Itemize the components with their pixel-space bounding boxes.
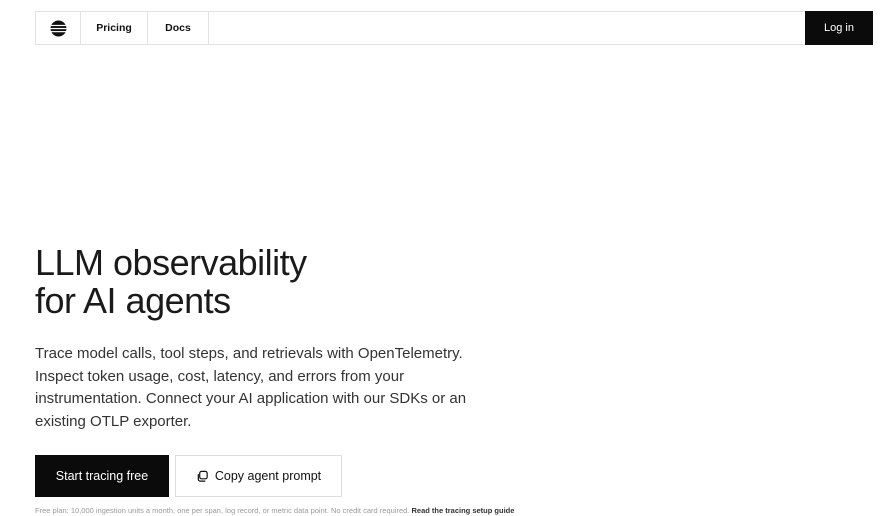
start-tracing-label: Start tracing free <box>55 469 149 483</box>
globe-logo-icon <box>49 20 67 36</box>
setup-guide-link[interactable]: Read the tracing setup guide <box>411 506 514 515</box>
top-nav: Pricing Docs Log in <box>35 11 873 45</box>
copy-agent-prompt-label: Copy agent prompt <box>214 469 322 483</box>
login-button[interactable]: Log in <box>805 11 873 45</box>
hero-description: Trace model calls, tool steps, and retri… <box>35 345 467 430</box>
logo[interactable] <box>36 12 81 44</box>
start-tracing-button[interactable]: Start tracing free <box>35 455 169 497</box>
footnote-text: Free plan: 10,000 ingestion units a mont… <box>35 506 410 515</box>
nav-docs-link[interactable]: Docs <box>148 12 209 44</box>
hero-title-line-1: LLM observability <box>35 242 307 283</box>
nav-pricing-link[interactable]: Pricing <box>81 12 148 44</box>
hero-title: LLM observability for AI agents <box>35 244 307 320</box>
copy-agent-prompt-button[interactable]: Copy agent prompt <box>175 455 342 497</box>
hero-title-line-2: for AI agents <box>35 280 231 321</box>
pricing-footnote: Free plan: 10,000 ingestion units a mont… <box>35 506 875 516</box>
copy-icon <box>197 470 208 482</box>
